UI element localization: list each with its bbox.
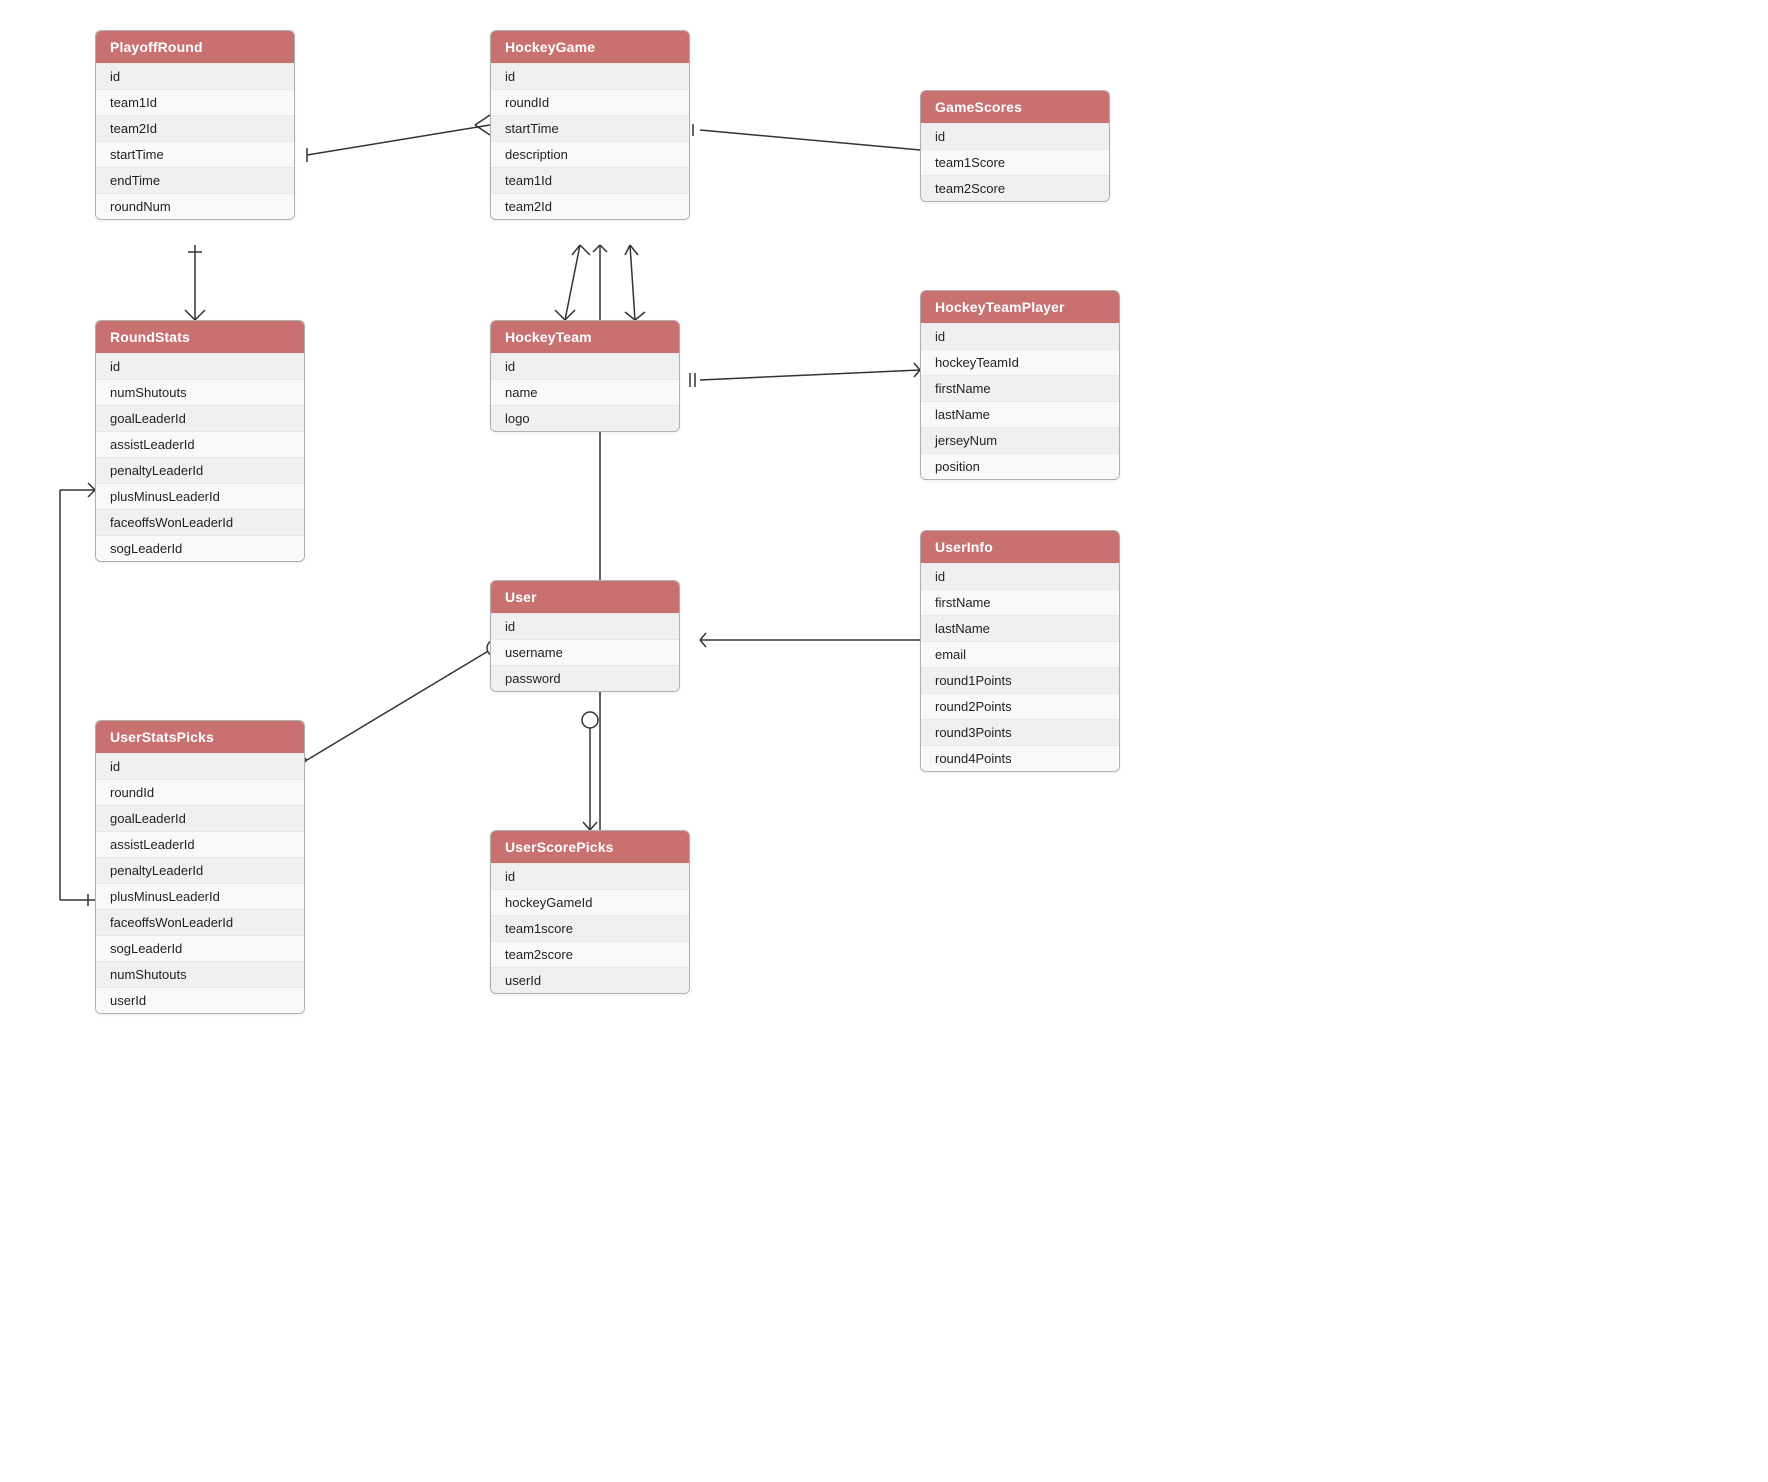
- field-hockey-game-description: description: [491, 141, 689, 167]
- entity-game-scores-header: GameScores: [921, 91, 1109, 123]
- field-round-stats-goalleaderid: goalLeaderId: [96, 405, 304, 431]
- entity-user-info: UserInfo id firstName lastName email rou…: [920, 530, 1120, 772]
- field-hockey-team-player-firstname: firstName: [921, 375, 1119, 401]
- field-hockey-game-team2id: team2Id: [491, 193, 689, 219]
- field-game-scores-team2score: team2Score: [921, 175, 1109, 201]
- field-user-score-picks-team2score: team2score: [491, 941, 689, 967]
- field-round-stats-id: id: [96, 353, 304, 379]
- field-hockey-team-player-lastname: lastName: [921, 401, 1119, 427]
- field-user-stats-picks-numshutouts: numShutouts: [96, 961, 304, 987]
- field-game-scores-team1score: team1Score: [921, 149, 1109, 175]
- field-user-stats-picks-plusminusleaderid: plusMinusLeaderId: [96, 883, 304, 909]
- field-user-stats-picks-userid: userId: [96, 987, 304, 1013]
- field-user-username: username: [491, 639, 679, 665]
- field-user-info-round3points: round3Points: [921, 719, 1119, 745]
- field-user-score-picks-team1score: team1score: [491, 915, 689, 941]
- field-user-score-picks-userid: userId: [491, 967, 689, 993]
- field-user-info-firstname: firstName: [921, 589, 1119, 615]
- field-hockey-team-player-jerseynum: jerseyNum: [921, 427, 1119, 453]
- field-user-info-email: email: [921, 641, 1119, 667]
- entity-playoff-round: PlayoffRound id team1Id team2Id startTim…: [95, 30, 295, 220]
- field-hockey-team-logo: logo: [491, 405, 679, 431]
- field-user-info-lastname: lastName: [921, 615, 1119, 641]
- field-round-stats-penaltyleaderid: penaltyLeaderId: [96, 457, 304, 483]
- entity-game-scores: GameScores id team1Score team2Score: [920, 90, 1110, 202]
- field-hockey-game-starttime: startTime: [491, 115, 689, 141]
- entity-hockey-game-header: HockeyGame: [491, 31, 689, 63]
- field-playoff-round-starttime: startTime: [96, 141, 294, 167]
- field-user-password: password: [491, 665, 679, 691]
- entity-playoff-round-header: PlayoffRound: [96, 31, 294, 63]
- field-round-stats-sogleaderid: sogLeaderId: [96, 535, 304, 561]
- entity-user-stats-picks: UserStatsPicks id roundId goalLeaderId a…: [95, 720, 305, 1014]
- field-user-id: id: [491, 613, 679, 639]
- er-diagram: PlayoffRound id team1Id team2Id startTim…: [0, 0, 1768, 1482]
- entity-user: User id username password: [490, 580, 680, 692]
- field-hockey-team-player-id: id: [921, 323, 1119, 349]
- field-hockey-game-id: id: [491, 63, 689, 89]
- entity-hockey-team-player-header: HockeyTeamPlayer: [921, 291, 1119, 323]
- entity-round-stats-header: RoundStats: [96, 321, 304, 353]
- field-user-stats-picks-assistleaderid: assistLeaderId: [96, 831, 304, 857]
- field-user-info-round1points: round1Points: [921, 667, 1119, 693]
- field-playoff-round-team2id: team2Id: [96, 115, 294, 141]
- field-round-stats-numshutouts: numShutouts: [96, 379, 304, 405]
- field-user-score-picks-id: id: [491, 863, 689, 889]
- field-user-stats-picks-penaltyleaderid: penaltyLeaderId: [96, 857, 304, 883]
- field-hockey-team-player-position: position: [921, 453, 1119, 479]
- entity-user-header: User: [491, 581, 679, 613]
- field-hockey-game-roundid: roundId: [491, 89, 689, 115]
- entity-hockey-game: HockeyGame id roundId startTime descript…: [490, 30, 690, 220]
- field-user-stats-picks-faceoffswonleaderid: faceoffsWonLeaderId: [96, 909, 304, 935]
- field-hockey-team-id: id: [491, 353, 679, 379]
- entity-hockey-team-player: HockeyTeamPlayer id hockeyTeamId firstNa…: [920, 290, 1120, 480]
- field-user-stats-picks-id: id: [96, 753, 304, 779]
- field-user-stats-picks-goalleaderid: goalLeaderId: [96, 805, 304, 831]
- field-user-score-picks-hockeygameid: hockeyGameId: [491, 889, 689, 915]
- field-hockey-team-player-hockeyteamid: hockeyTeamId: [921, 349, 1119, 375]
- field-game-scores-id: id: [921, 123, 1109, 149]
- field-user-stats-picks-sogleaderid: sogLeaderId: [96, 935, 304, 961]
- field-user-info-round2points: round2Points: [921, 693, 1119, 719]
- field-playoff-round-roundnum: roundNum: [96, 193, 294, 219]
- field-playoff-round-team1id: team1Id: [96, 89, 294, 115]
- field-round-stats-plusminusleaderid: plusMinusLeaderId: [96, 483, 304, 509]
- field-hockey-game-team1id: team1Id: [491, 167, 689, 193]
- entity-hockey-team-header: HockeyTeam: [491, 321, 679, 353]
- field-playoff-round-endtime: endTime: [96, 167, 294, 193]
- entity-user-info-header: UserInfo: [921, 531, 1119, 563]
- field-hockey-team-name: name: [491, 379, 679, 405]
- field-round-stats-faceoffswonleaderid: faceoffsWonLeaderId: [96, 509, 304, 535]
- entity-user-score-picks: UserScorePicks id hockeyGameId team1scor…: [490, 830, 690, 994]
- field-playoff-round-id: id: [96, 63, 294, 89]
- entity-user-stats-picks-header: UserStatsPicks: [96, 721, 304, 753]
- entity-hockey-team: HockeyTeam id name logo: [490, 320, 680, 432]
- field-user-info-id: id: [921, 563, 1119, 589]
- field-user-stats-picks-roundid: roundId: [96, 779, 304, 805]
- field-user-info-round4points: round4Points: [921, 745, 1119, 771]
- field-round-stats-assistleaderid: assistLeaderId: [96, 431, 304, 457]
- entity-round-stats: RoundStats id numShutouts goalLeaderId a…: [95, 320, 305, 562]
- entity-user-score-picks-header: UserScorePicks: [491, 831, 689, 863]
